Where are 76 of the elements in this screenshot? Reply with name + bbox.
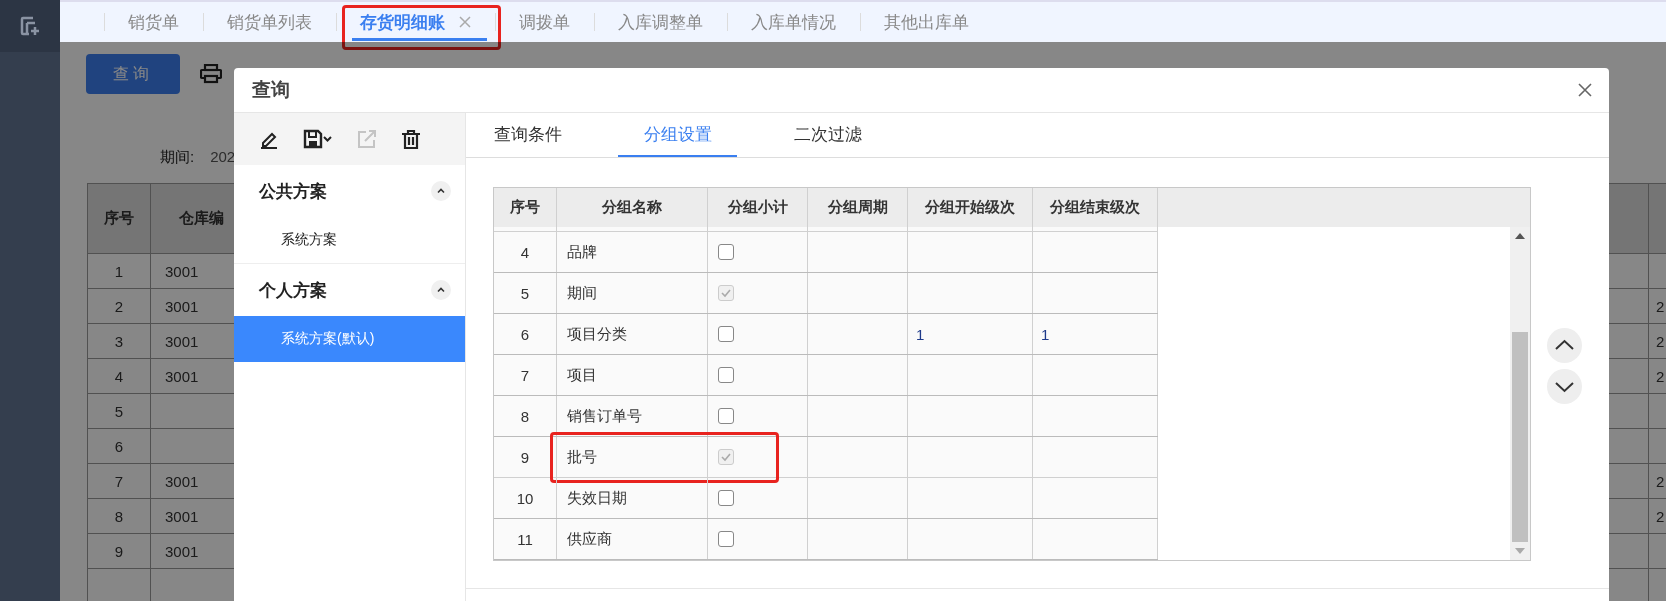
table-cell: 2: [1656, 297, 1665, 315]
table-cell: 7: [114, 472, 124, 490]
page-tab[interactable]: 调拨单: [495, 2, 594, 42]
table-cell: 10: [494, 478, 557, 518]
table-cell: 5: [114, 402, 124, 420]
page-tab[interactable]: 其他出库单: [860, 2, 993, 42]
query-button[interactable]: 查询: [86, 54, 180, 94]
table-cell: 1: [1041, 325, 1050, 343]
table-cell: 6: [494, 314, 557, 354]
move-up-icon[interactable]: [1547, 328, 1582, 363]
table-cell: 3001: [165, 472, 199, 490]
page-tab[interactable]: 销货单列表: [203, 2, 336, 42]
period-label: 期间:: [160, 148, 195, 167]
page-tab[interactable]: 销货单: [104, 2, 203, 42]
table-cell: 8: [114, 507, 124, 525]
table-cell: 4: [114, 367, 124, 385]
dialog-tab[interactable]: 分组设置: [618, 113, 737, 157]
trash-icon[interactable]: [401, 129, 421, 149]
scroll-up-arrow-icon[interactable]: [1515, 233, 1525, 239]
section-title: 个人方案: [259, 279, 327, 302]
table-cell: 7: [494, 355, 557, 395]
table-cell: 3001: [165, 297, 199, 315]
table-cell: 1: [114, 262, 124, 280]
table-cell: 11: [494, 519, 557, 559]
chevron-icon[interactable]: [431, 280, 451, 300]
close-icon[interactable]: [1578, 83, 1592, 97]
add-page-icon[interactable]: [19, 15, 41, 37]
scrollbar[interactable]: [1510, 227, 1530, 560]
table-cell: 项目分类: [557, 314, 708, 354]
table-cell: 4: [494, 232, 557, 272]
table-cell: 9: [494, 437, 557, 477]
table-cell: 2: [114, 297, 124, 315]
period-value: 202: [210, 148, 236, 167]
page-tab[interactable]: 入库单情况: [727, 2, 860, 42]
table-cell: 失效日期: [557, 478, 708, 518]
table-cell: 6: [114, 437, 124, 455]
table-cell: 8: [494, 396, 557, 436]
chevron-icon[interactable]: [431, 181, 451, 201]
dialog-tab[interactable]: 查询条件: [468, 113, 587, 157]
checkbox[interactable]: [718, 490, 734, 506]
table-cell: 3001: [165, 542, 199, 560]
table-cell: 3001: [165, 262, 199, 280]
table-cell: 5: [494, 273, 557, 313]
scroll-down-arrow-icon[interactable]: [1515, 548, 1525, 554]
table-cell: 9: [114, 542, 124, 560]
dialog-tab[interactable]: 二次过滤: [768, 113, 887, 157]
table-cell: 2: [1656, 507, 1665, 525]
scheme-item[interactable]: 系统方案(默认): [234, 316, 465, 362]
table-cell: 3001: [165, 332, 199, 350]
table-cell: 3001: [165, 507, 199, 525]
table-cell: 批号: [557, 437, 708, 477]
page-tab[interactable]: 存货明细账: [336, 2, 495, 42]
table-cell: 3: [114, 332, 124, 350]
table-cell: 供应商: [557, 519, 708, 559]
table-cell: 销售订单号: [557, 396, 708, 436]
dialog-title: 查询: [252, 78, 290, 102]
table-cell: 期间: [557, 273, 708, 313]
table-cell: 项目: [557, 355, 708, 395]
table-cell: 2: [1656, 472, 1665, 490]
checkmark-icon: [720, 451, 732, 463]
checkbox[interactable]: [718, 531, 734, 547]
checkbox[interactable]: [718, 326, 734, 342]
printer-icon[interactable]: [200, 64, 222, 84]
checkbox[interactable]: [718, 367, 734, 383]
checkmark-icon: [720, 287, 732, 299]
column-header: 序号: [88, 184, 151, 254]
table-cell: 2: [1656, 367, 1665, 385]
table-cell: 2: [1656, 332, 1665, 350]
checkbox[interactable]: [718, 408, 734, 424]
checkbox[interactable]: [718, 244, 734, 260]
table-cell: 品牌: [557, 232, 708, 272]
table-cell: 3001: [165, 367, 199, 385]
table-cell: 1: [916, 325, 925, 343]
floppy-disk-icon[interactable]: [303, 129, 333, 149]
page-tab[interactable]: 入库调整单: [594, 2, 727, 42]
move-down-icon[interactable]: [1547, 369, 1582, 404]
